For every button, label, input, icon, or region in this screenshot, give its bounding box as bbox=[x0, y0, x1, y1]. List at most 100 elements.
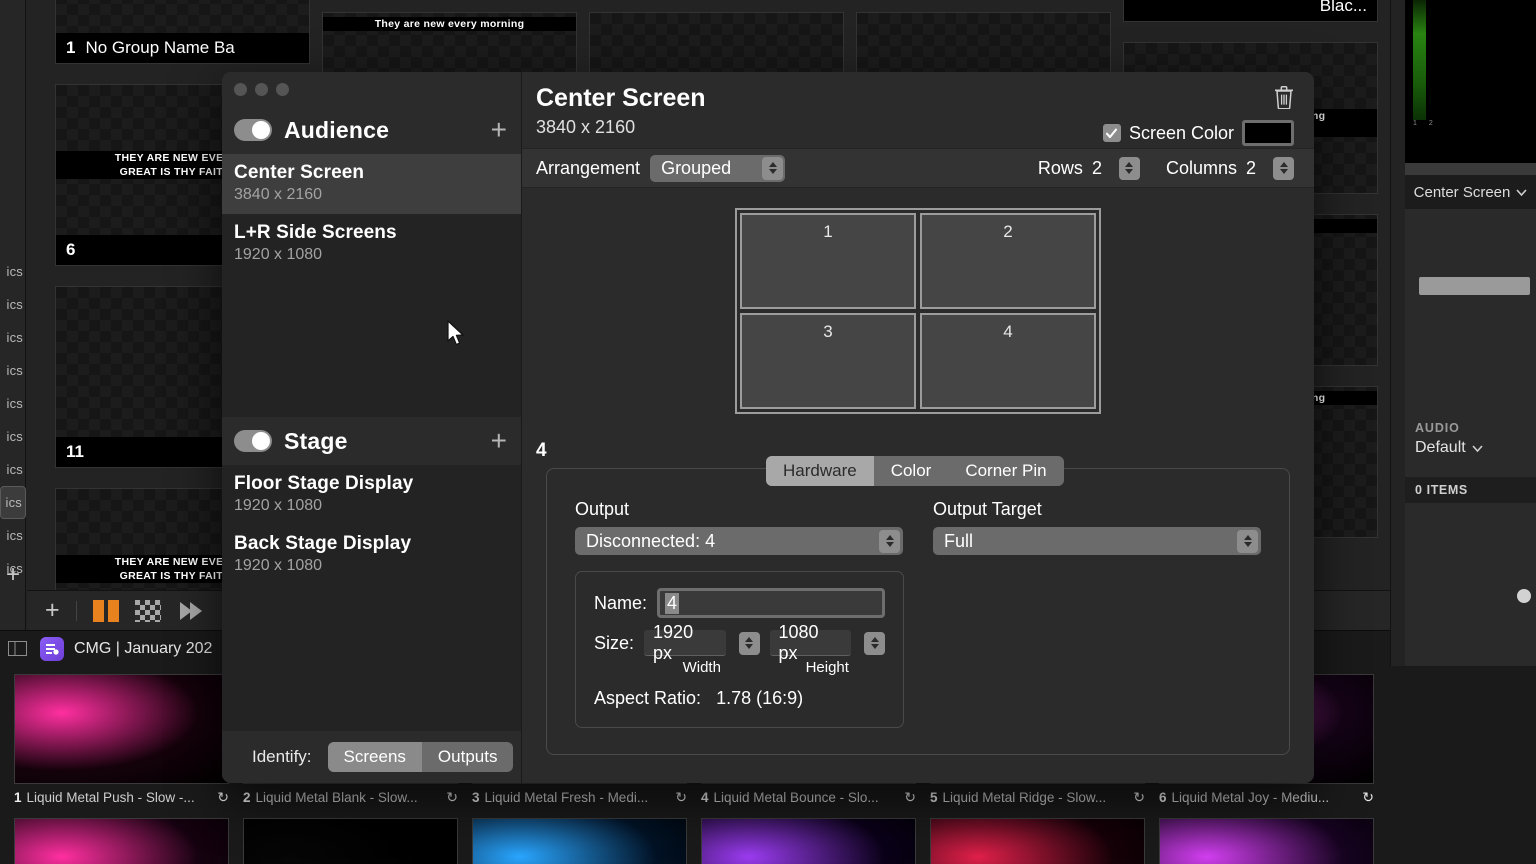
arrangement-stepper-icon[interactable] bbox=[762, 156, 784, 180]
media-thumbnail[interactable] bbox=[243, 818, 458, 864]
name-input[interactable]: 4 bbox=[657, 588, 885, 618]
slide[interactable]: Great is thy faithfulness 1 No Group Name … bbox=[55, 0, 310, 64]
media-thumbnail[interactable] bbox=[701, 818, 916, 864]
media-item[interactable] bbox=[1159, 818, 1374, 864]
columns-stepper[interactable] bbox=[1273, 156, 1294, 180]
height-sublabel: Height bbox=[805, 659, 849, 676]
output-target-select[interactable]: Full bbox=[933, 527, 1261, 555]
output-cell[interactable]: 3 bbox=[740, 313, 916, 409]
rows-stepper[interactable] bbox=[1118, 156, 1140, 180]
media-thumbnail[interactable] bbox=[14, 674, 229, 784]
loop-icon[interactable]: ↻ bbox=[675, 789, 687, 806]
height-input[interactable]: 1080 px bbox=[769, 622, 852, 663]
layer-slot[interactable] bbox=[1419, 277, 1530, 295]
right-panel: 1 2 Center Screen AUDIO Default 0 ITEMS bbox=[1390, 0, 1536, 666]
detail-tabs[interactable]: Hardware Color Corner Pin bbox=[766, 456, 1064, 486]
identify-segmented-control[interactable]: Screens Outputs bbox=[327, 742, 514, 772]
add-audience-screen-button[interactable]: + bbox=[491, 115, 507, 143]
zoom-window-button[interactable] bbox=[276, 82, 289, 96]
identify-outputs-button[interactable]: Outputs bbox=[422, 742, 514, 772]
screen-color-checkbox[interactable] bbox=[1102, 124, 1121, 142]
loop-icon[interactable]: ↻ bbox=[904, 789, 916, 806]
slide[interactable]: Blac... bbox=[1123, 0, 1378, 22]
width-stepper[interactable] bbox=[738, 631, 760, 655]
rail-item[interactable]: ics bbox=[0, 321, 26, 354]
media-item[interactable] bbox=[701, 818, 916, 864]
output-target-stepper-icon[interactable] bbox=[1237, 529, 1258, 553]
output-grid[interactable]: 1234 bbox=[735, 208, 1101, 414]
minimize-window-button[interactable] bbox=[255, 82, 268, 96]
media-item[interactable] bbox=[243, 818, 458, 864]
loop-icon[interactable]: ↻ bbox=[1362, 789, 1374, 806]
media-item[interactable] bbox=[472, 818, 687, 864]
media-item[interactable]: 1 Liquid Metal Push - Slow -... ↻ bbox=[14, 674, 229, 810]
rail-item[interactable]: ics bbox=[0, 387, 26, 420]
output-select[interactable]: Disconnected: 4 bbox=[575, 527, 903, 555]
identify-screens-button[interactable]: Screens bbox=[327, 742, 422, 772]
rows-control[interactable]: Rows 2 bbox=[1037, 156, 1140, 180]
screen-resolution: 1920 x 1080 bbox=[234, 246, 323, 263]
rail-item[interactable]: ics bbox=[0, 519, 26, 552]
screen-list-item[interactable]: Floor Stage Display 1920 x 1080 bbox=[222, 465, 521, 525]
media-name: Liquid Metal Bounce - Slo... bbox=[713, 789, 879, 805]
output-cell[interactable]: 2 bbox=[920, 213, 1096, 309]
output-stepper-icon[interactable] bbox=[879, 529, 900, 553]
rail-item[interactable]: ics bbox=[0, 486, 26, 519]
rail-item[interactable]: ics bbox=[0, 420, 26, 453]
left-rail[interactable]: ics ics ics ics ics ics ics ics ics ics + bbox=[0, 0, 26, 630]
media-thumbnail[interactable] bbox=[930, 818, 1145, 864]
live-preview[interactable]: 1 2 bbox=[1405, 0, 1536, 163]
audience-toggle[interactable] bbox=[234, 119, 272, 141]
loop-icon[interactable]: ↻ bbox=[446, 789, 458, 806]
screen-list-item[interactable]: L+R Side Screens 1920 x 1080 bbox=[222, 214, 521, 274]
arrangement-value: Grouped bbox=[661, 157, 732, 178]
rail-item[interactable]: ics bbox=[0, 255, 26, 288]
screen-color-swatch[interactable] bbox=[1242, 120, 1294, 146]
arrangement-select[interactable]: Grouped bbox=[650, 154, 786, 182]
tab-color[interactable]: Color bbox=[874, 456, 949, 486]
chevron-down-icon bbox=[1472, 444, 1483, 452]
media-item[interactable] bbox=[14, 818, 229, 864]
add-stage-screen-button[interactable]: + bbox=[491, 426, 507, 454]
size-label: Size: bbox=[594, 633, 635, 653]
pause-icon[interactable] bbox=[92, 599, 119, 622]
screen-list-item[interactable]: Center Screen 3840 x 2160 bbox=[222, 154, 521, 214]
screen-name: L+R Side Screens bbox=[234, 222, 397, 243]
size-row: Size: 1920 px Width 1080 px Height bbox=[594, 622, 885, 676]
close-window-button[interactable] bbox=[234, 82, 247, 96]
preview-strip bbox=[1405, 163, 1536, 175]
media-thumbnail[interactable] bbox=[1159, 818, 1374, 864]
slider-knob[interactable] bbox=[1517, 589, 1531, 603]
identify-label: Identify: bbox=[252, 747, 312, 766]
media-thumbnail[interactable] bbox=[14, 818, 229, 864]
output-cell[interactable]: 1 bbox=[740, 213, 916, 309]
trash-icon[interactable] bbox=[1274, 86, 1294, 114]
rail-item[interactable]: ics bbox=[0, 453, 26, 486]
rail-item[interactable]: ics bbox=[0, 288, 26, 321]
output-cell[interactable]: 4 bbox=[920, 313, 1096, 409]
media-item[interactable] bbox=[930, 818, 1145, 864]
width-group: 1920 px Width bbox=[644, 622, 760, 676]
next-slide-icon[interactable] bbox=[177, 600, 203, 622]
audio-select[interactable]: Default bbox=[1405, 439, 1536, 457]
window-titlebar[interactable] bbox=[222, 72, 521, 106]
add-slide-button[interactable]: + bbox=[45, 598, 60, 623]
transparency-icon[interactable] bbox=[134, 599, 161, 622]
rail-add-button[interactable]: + bbox=[0, 560, 26, 590]
media-thumbnail[interactable] bbox=[472, 818, 687, 864]
width-input[interactable]: 1920 px bbox=[644, 622, 726, 663]
loop-icon[interactable]: ↻ bbox=[1133, 789, 1145, 806]
panel-toggle-icon[interactable] bbox=[4, 631, 30, 667]
height-stepper[interactable] bbox=[864, 631, 885, 655]
tab-corner-pin[interactable]: Corner Pin bbox=[948, 456, 1063, 486]
stage-toggle[interactable] bbox=[234, 430, 272, 452]
rows-label: Rows bbox=[1037, 157, 1083, 178]
tab-hardware[interactable]: Hardware bbox=[766, 456, 874, 486]
screen-list-item[interactable]: Back Stage Display 1920 x 1080 bbox=[222, 525, 521, 585]
columns-control[interactable]: Columns 2 bbox=[1166, 156, 1294, 180]
rail-item[interactable]: ics bbox=[0, 354, 26, 387]
loop-icon[interactable]: ↻ bbox=[217, 789, 229, 806]
screen-configuration-window[interactable]: Audience + Center Screen 3840 x 2160 L+R S… bbox=[222, 72, 1314, 783]
opacity-slider[interactable] bbox=[1419, 586, 1536, 606]
screen-selector[interactable]: Center Screen bbox=[1405, 175, 1536, 209]
